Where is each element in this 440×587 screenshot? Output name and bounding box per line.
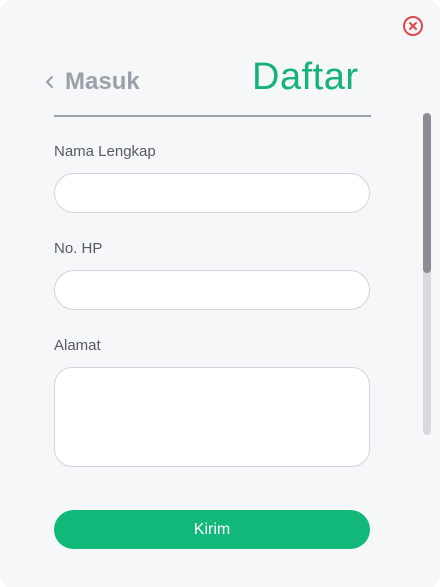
address-textarea[interactable]: [54, 367, 370, 467]
name-input[interactable]: [54, 173, 370, 213]
back-link-label: Masuk: [65, 68, 140, 95]
close-icon: [409, 22, 417, 30]
scrollbar-thumb[interactable]: [423, 113, 431, 273]
address-label: Alamat: [54, 337, 101, 354]
page-title: Daftar: [252, 56, 359, 98]
scrollbar-track[interactable]: [423, 113, 431, 435]
chevron-left-icon: [46, 76, 53, 88]
phone-label: No. HP: [54, 240, 103, 257]
back-to-login-link[interactable]: Masuk: [44, 68, 140, 96]
submit-button[interactable]: Kirim: [54, 510, 370, 549]
close-button[interactable]: [403, 16, 423, 36]
name-label: Nama Lengkap: [54, 143, 156, 160]
register-panel: Masuk Daftar Nama Lengkap No. HP Alamat …: [0, 0, 440, 587]
phone-input[interactable]: [54, 270, 370, 310]
header-divider: [54, 115, 371, 117]
